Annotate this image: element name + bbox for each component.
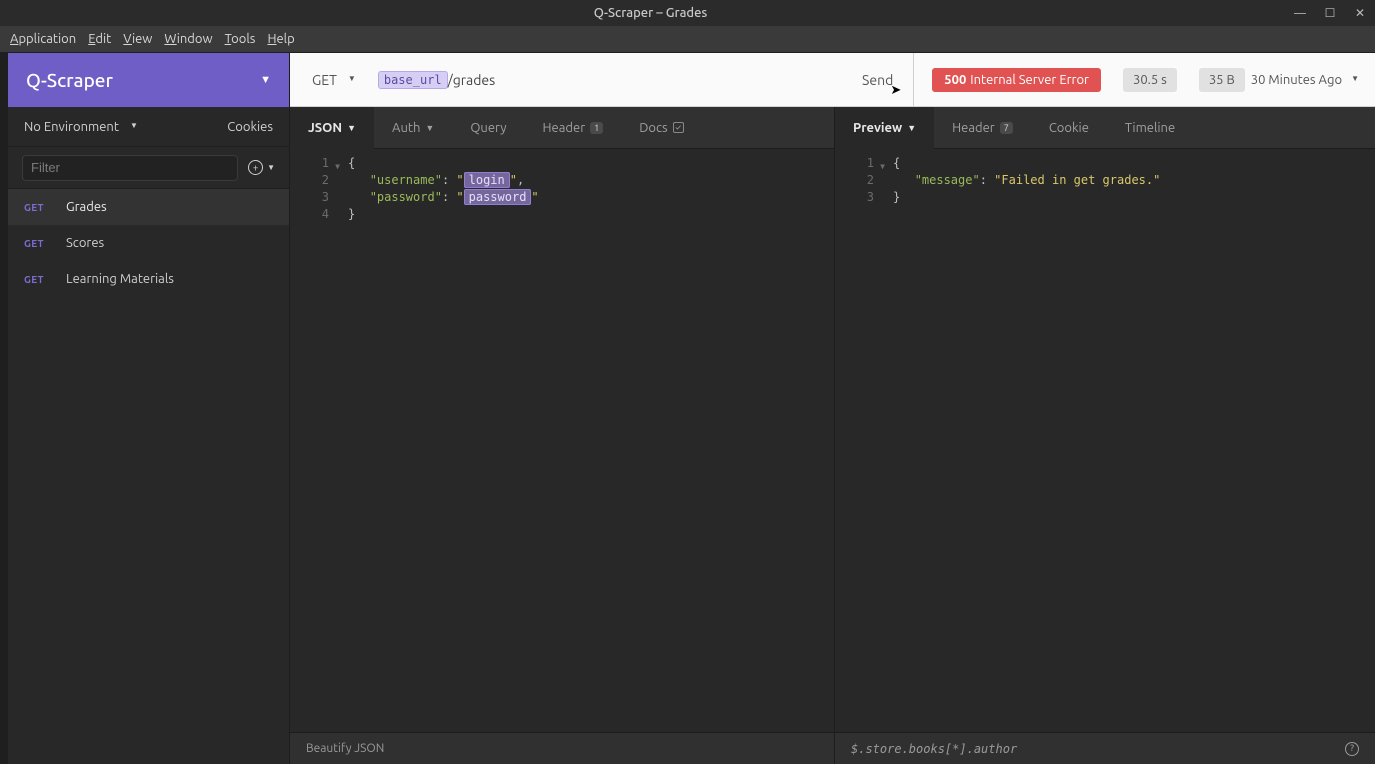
environment-selector[interactable]: No Environment (24, 120, 138, 134)
maximize-icon[interactable]: ☐ (1323, 6, 1337, 20)
sidebar-item-learning-materials[interactable]: GET Learning Materials (8, 261, 289, 297)
titlebar: Q-Scraper – Grades — ☐ ✕ (0, 0, 1375, 26)
response-footer: $.store.books[*].author ? (835, 732, 1375, 764)
workspace-header[interactable]: Q-Scraper ▼ (8, 53, 289, 107)
divider (913, 53, 914, 107)
menu-window[interactable]: Window (164, 32, 212, 46)
urlbar: GET base_url /grades Send ➤ 500 Internal… (290, 53, 1375, 107)
minimize-icon[interactable]: — (1293, 6, 1307, 20)
menu-edit[interactable]: Edit (88, 32, 111, 46)
add-request-button[interactable]: + ▼ (248, 160, 275, 175)
response-size: 35 B (1199, 68, 1245, 92)
tab-header-res[interactable]: Header 7 (934, 107, 1031, 148)
menu-application[interactable]: Application (10, 32, 76, 46)
help-icon[interactable]: ? (1345, 742, 1359, 756)
tab-timeline[interactable]: Timeline (1107, 107, 1193, 148)
menubar: Application Edit View Window Tools Help (0, 26, 1375, 53)
url-input[interactable]: base_url /grades (372, 71, 842, 89)
jsonpath-hint[interactable]: $.store.books[*].author (851, 742, 1017, 756)
response-body-viewer[interactable]: 1▼ 2 3 { "message": "Failed in get grade… (835, 149, 1375, 732)
cookies-link[interactable]: Cookies (227, 120, 273, 134)
menu-tools[interactable]: Tools (225, 32, 256, 46)
menu-view[interactable]: View (123, 32, 152, 46)
chevron-down-icon: ▼ (260, 74, 271, 86)
tab-preview[interactable]: Preview▼ (835, 107, 934, 148)
request-body-editor[interactable]: 1▼ 2 3 4 { "username": "login", "passwor… (290, 149, 834, 732)
beautify-button[interactable]: Beautify JSON (306, 742, 384, 755)
window-title: Q-Scraper – Grades (8, 6, 1293, 20)
workspace-name: Q-Scraper (26, 69, 113, 91)
tab-header-req[interactable]: Header 1 (525, 107, 622, 148)
menu-help[interactable]: Help (267, 32, 294, 46)
method-select[interactable]: GET (302, 72, 366, 88)
tab-auth[interactable]: Auth▼ (374, 107, 452, 148)
cursor-icon: ➤ (890, 83, 901, 98)
request-footer: Beautify JSON (290, 732, 834, 764)
request-list: GET Grades GET Scores GET Learning Mater… (8, 189, 289, 764)
request-name: Scores (66, 236, 104, 250)
plus-icon: + (248, 160, 263, 175)
url-variable: base_url (378, 71, 448, 89)
method-badge: GET (24, 238, 50, 249)
tab-docs[interactable]: Docs ✓ (621, 107, 701, 148)
close-icon[interactable]: ✕ (1353, 6, 1367, 20)
tab-query[interactable]: Query (452, 107, 524, 148)
request-panel: JSON▼ Auth▼ Query Header 1 (290, 107, 835, 764)
request-tabs: JSON▼ Auth▼ Query Header 1 (290, 107, 834, 149)
tab-cookie[interactable]: Cookie (1031, 107, 1107, 148)
sidebar-item-scores[interactable]: GET Scores (8, 225, 289, 261)
method-badge: GET (24, 274, 50, 285)
request-name: Learning Materials (66, 272, 174, 286)
history-dropdown[interactable]: 30 Minutes Ago (1251, 73, 1359, 87)
response-time: 30.5 s (1123, 68, 1177, 92)
response-tabs: Preview▼ Header 7 Cookie Timeline (835, 107, 1375, 149)
sidebar-item-grades[interactable]: GET Grades (8, 189, 289, 225)
check-icon: ✓ (673, 122, 684, 133)
sidebar: Q-Scraper ▼ No Environment Cookies + ▼ G… (8, 53, 290, 764)
request-name: Grades (66, 200, 107, 214)
method-badge: GET (24, 202, 50, 213)
filter-input[interactable] (22, 155, 238, 181)
url-path: /grades (448, 72, 496, 88)
status-badge: 500 Internal Server Error (932, 68, 1101, 92)
send-button[interactable]: Send ➤ (848, 66, 907, 94)
response-panel: Preview▼ Header 7 Cookie Timeline (835, 107, 1375, 764)
tab-json[interactable]: JSON▼ (290, 107, 374, 148)
